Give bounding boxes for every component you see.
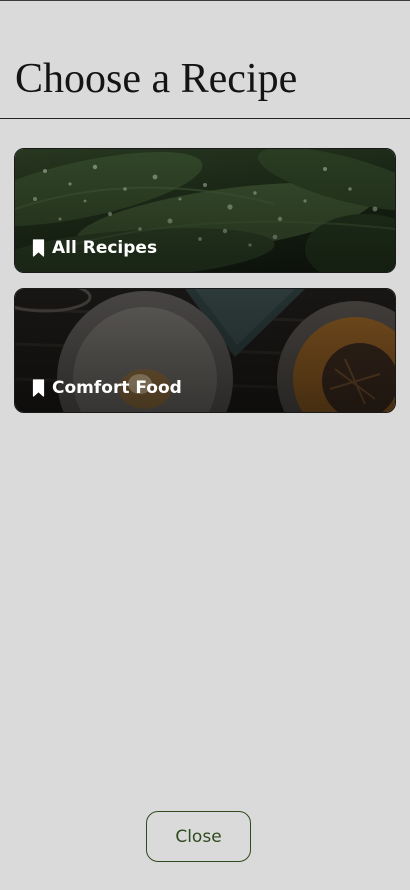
collection-label-text: Comfort Food <box>52 378 182 398</box>
collection-label-text: All Recipes <box>52 238 158 258</box>
title-divider <box>0 118 410 119</box>
collection-card-comfort-food[interactable]: Comfort Food <box>14 288 396 413</box>
bookmark-icon <box>32 239 45 257</box>
page-title: Choose a Recipe <box>15 56 298 102</box>
bookmark-icon <box>32 379 45 397</box>
close-button[interactable]: Close <box>146 811 251 862</box>
collection-card-all-recipes[interactable]: All Recipes <box>14 148 396 273</box>
collection-label: Comfort Food <box>32 378 182 398</box>
top-divider <box>0 0 410 1</box>
collection-label: All Recipes <box>32 238 157 258</box>
